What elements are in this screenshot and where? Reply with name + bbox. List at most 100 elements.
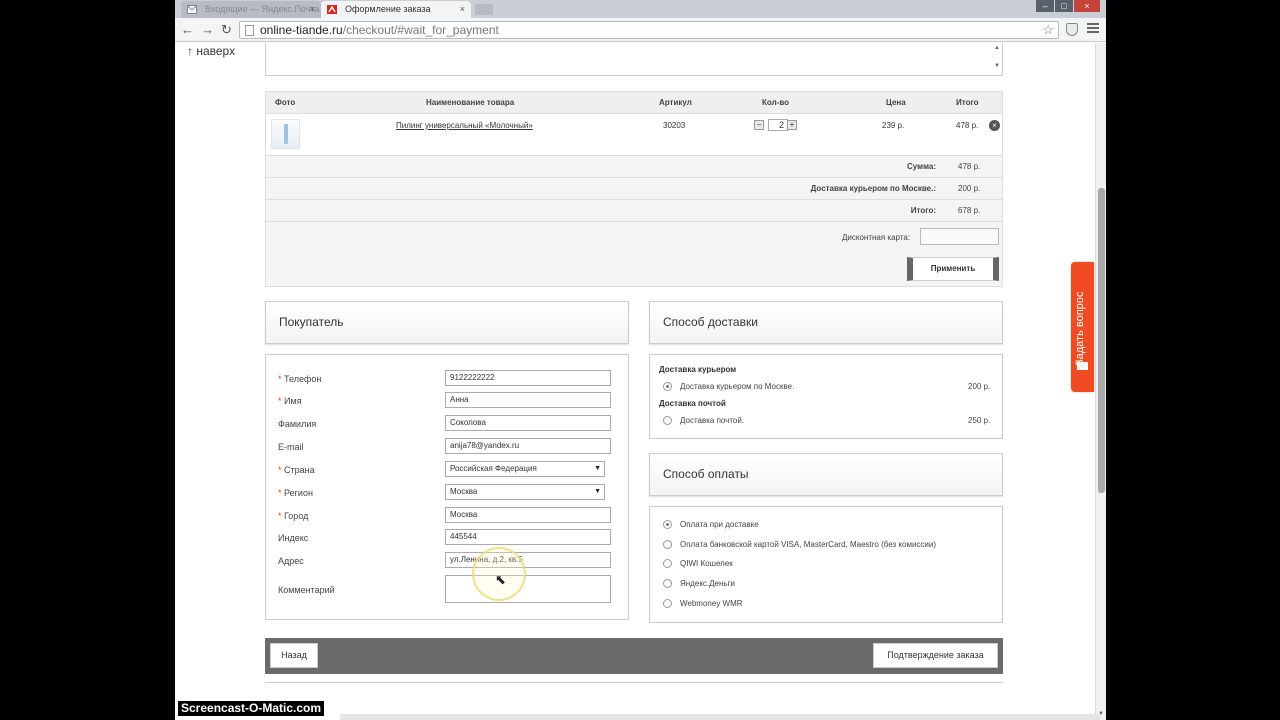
payment-radio-qiwi[interactable] xyxy=(663,559,672,568)
product-total: 478 р. xyxy=(956,121,979,130)
taskbar xyxy=(340,714,1100,720)
payment-panel-title: Способ оплаты xyxy=(649,453,1003,496)
checkout-footer-bar: Назад Подтверждение заказа xyxy=(265,638,1003,674)
bookmark-star-icon[interactable]: ☆ xyxy=(1042,22,1054,38)
tab-strip: Входящие — Яндекс.Почта × Оформление зак… xyxy=(175,0,1106,18)
courier-price: 200 р. xyxy=(968,382,991,391)
forward-arrow-icon[interactable]: → xyxy=(201,22,214,38)
summary-row-delivery: Доставка курьером по Москве.: 200 р. xyxy=(266,178,1002,200)
post-radio[interactable] xyxy=(663,416,672,425)
city-label: Город xyxy=(284,511,309,521)
col-qty: Кол-во xyxy=(762,98,790,107)
buyer-form: * Телефон 9122222222 * Имя Анна Фамилия … xyxy=(265,354,629,620)
payment-radio-yandex[interactable] xyxy=(663,579,672,588)
site-favicon-icon xyxy=(327,5,337,14)
scrollbar-thumb[interactable] xyxy=(1098,188,1105,493)
table-row: Пилинг универсальный «Молочный» 30203 – … xyxy=(266,114,1002,156)
city-field[interactable]: Москва xyxy=(445,507,611,523)
discount-card-label: Дисконтная карта: xyxy=(842,233,911,242)
payment-radio-webmoney[interactable] xyxy=(663,599,672,608)
col-price: Цена xyxy=(886,98,906,107)
address-label: Адрес xyxy=(278,556,304,566)
discount-card-input[interactable] xyxy=(920,228,999,245)
extension-shield-icon[interactable] xyxy=(1066,23,1078,36)
email-row: E-mail anija78@yandex.ru xyxy=(266,438,628,456)
country-value: Российская Федерация xyxy=(450,464,537,473)
tab-mail[interactable]: Входящие — Яндекс.Почта × xyxy=(181,1,321,18)
delivery-panel-title: Способ доставки xyxy=(649,301,1003,344)
region-select[interactable]: Москва ▼ xyxy=(445,484,605,500)
close-icon[interactable]: × xyxy=(310,1,315,18)
page-icon xyxy=(245,25,254,36)
payment-options: Оплата при доставке Оплата банковской ка… xyxy=(649,506,1003,623)
checkout-page: ↑ наверх ▲ ▼ Фото Наименование товара Ар… xyxy=(175,43,1095,720)
summary-label: Итого: xyxy=(910,206,936,215)
name-field[interactable]: Анна xyxy=(445,392,611,408)
menu-icon[interactable] xyxy=(1087,23,1099,34)
maximize-icon[interactable]: □ xyxy=(1055,0,1073,12)
buyer-panel-title: Покупатель xyxy=(265,301,629,344)
scroll-down-icon[interactable]: ▼ xyxy=(994,63,1000,69)
new-tab-button[interactable] xyxy=(475,4,493,15)
payment-option-label: Оплата банковской картой VISA, MasterCar… xyxy=(680,540,937,549)
summary-value: 478 р. xyxy=(958,162,981,171)
confirm-order-button[interactable]: Подтверждение заказа xyxy=(873,643,998,668)
product-price: 239 р. xyxy=(882,121,905,130)
page-scrollbar[interactable]: ▼ xyxy=(1095,43,1106,720)
close-window-icon[interactable]: × xyxy=(1074,0,1100,12)
delivery-options: Доставка курьером Доставка курьером по М… xyxy=(649,354,1003,439)
page-footer xyxy=(265,682,1003,702)
qty-decrease-button[interactable]: – xyxy=(754,120,764,130)
payment-option-label: Яндекс.Деньги xyxy=(680,579,735,588)
summary-row-total: Итого: 678 р. xyxy=(266,200,1002,222)
surname-label: Фамилия xyxy=(278,419,317,429)
back-button[interactable]: Назад xyxy=(270,643,318,668)
summary-row-sum: Сумма: 478 р. xyxy=(266,156,1002,178)
dropdown-arrow-icon: ▼ xyxy=(594,465,601,472)
close-icon[interactable]: × xyxy=(460,1,465,18)
required-mark: * xyxy=(278,374,282,384)
phone-label: Телефон xyxy=(284,374,322,384)
phone-field[interactable]: 9122222222 xyxy=(445,370,611,386)
cart-table: Фото Наименование товара Артикул Кол-во … xyxy=(265,91,1003,287)
scroll-up-icon[interactable]: ▲ xyxy=(994,45,1000,51)
summary-label: Доставка курьером по Москве.: xyxy=(810,184,936,193)
product-link[interactable]: Пилинг универсальный «Молочный» xyxy=(396,121,533,130)
qty-input[interactable]: 2 xyxy=(768,119,788,131)
minimize-icon[interactable]: – xyxy=(1036,0,1054,12)
courier-group-label: Доставка курьером xyxy=(659,365,737,374)
address-bar[interactable]: online-tiande.ru/checkout/#wait_for_paym… xyxy=(239,21,1059,39)
ask-question-tab[interactable]: Задать вопрос xyxy=(1071,262,1094,392)
address-row: Адрес ул.Ленина, д.2, кв.5 xyxy=(266,552,628,570)
summary-label: Сумма: xyxy=(907,162,936,171)
summary-value: 678 р. xyxy=(958,206,981,215)
remove-item-icon[interactable]: × xyxy=(989,120,1000,131)
apply-discount-button[interactable]: Применить xyxy=(907,257,999,281)
comment-textarea[interactable] xyxy=(445,575,611,603)
back-arrow-icon[interactable]: ← xyxy=(181,22,194,38)
country-select[interactable]: Российская Федерация ▼ xyxy=(445,461,605,477)
phone-row: * Телефон 9122222222 xyxy=(266,370,628,388)
payment-radio-cod[interactable] xyxy=(663,520,672,529)
email-field[interactable]: anija78@yandex.ru xyxy=(445,438,611,454)
top-textarea[interactable]: ▲ ▼ xyxy=(265,43,1003,76)
payment-option-label: Webmoney WMR xyxy=(680,599,743,608)
tab-checkout[interactable]: Оформление заказа × xyxy=(321,1,471,18)
qty-increase-button[interactable]: + xyxy=(787,120,797,130)
col-total: Итого xyxy=(956,98,979,107)
reload-icon[interactable]: ↻ xyxy=(221,22,232,38)
region-value: Москва xyxy=(450,487,478,496)
surname-field[interactable]: Соколова xyxy=(445,415,611,431)
zip-field[interactable]: 445544 xyxy=(445,529,611,545)
product-thumbnail[interactable] xyxy=(271,119,300,149)
mail-icon xyxy=(187,5,197,14)
scroll-to-top-link[interactable]: ↑ наверх xyxy=(187,44,235,58)
address-field[interactable]: ул.Ленина, д.2, кв.5 xyxy=(445,552,611,568)
surname-row: Фамилия Соколова xyxy=(266,415,628,433)
country-label: Страна xyxy=(284,465,315,475)
comment-label: Комментарий xyxy=(278,585,335,595)
courier-option-label: Доставка курьером по Москве. xyxy=(680,382,795,391)
courier-radio[interactable] xyxy=(663,382,672,391)
payment-radio-card[interactable] xyxy=(663,540,672,549)
url-domain: online-tiande.ru xyxy=(260,23,343,37)
